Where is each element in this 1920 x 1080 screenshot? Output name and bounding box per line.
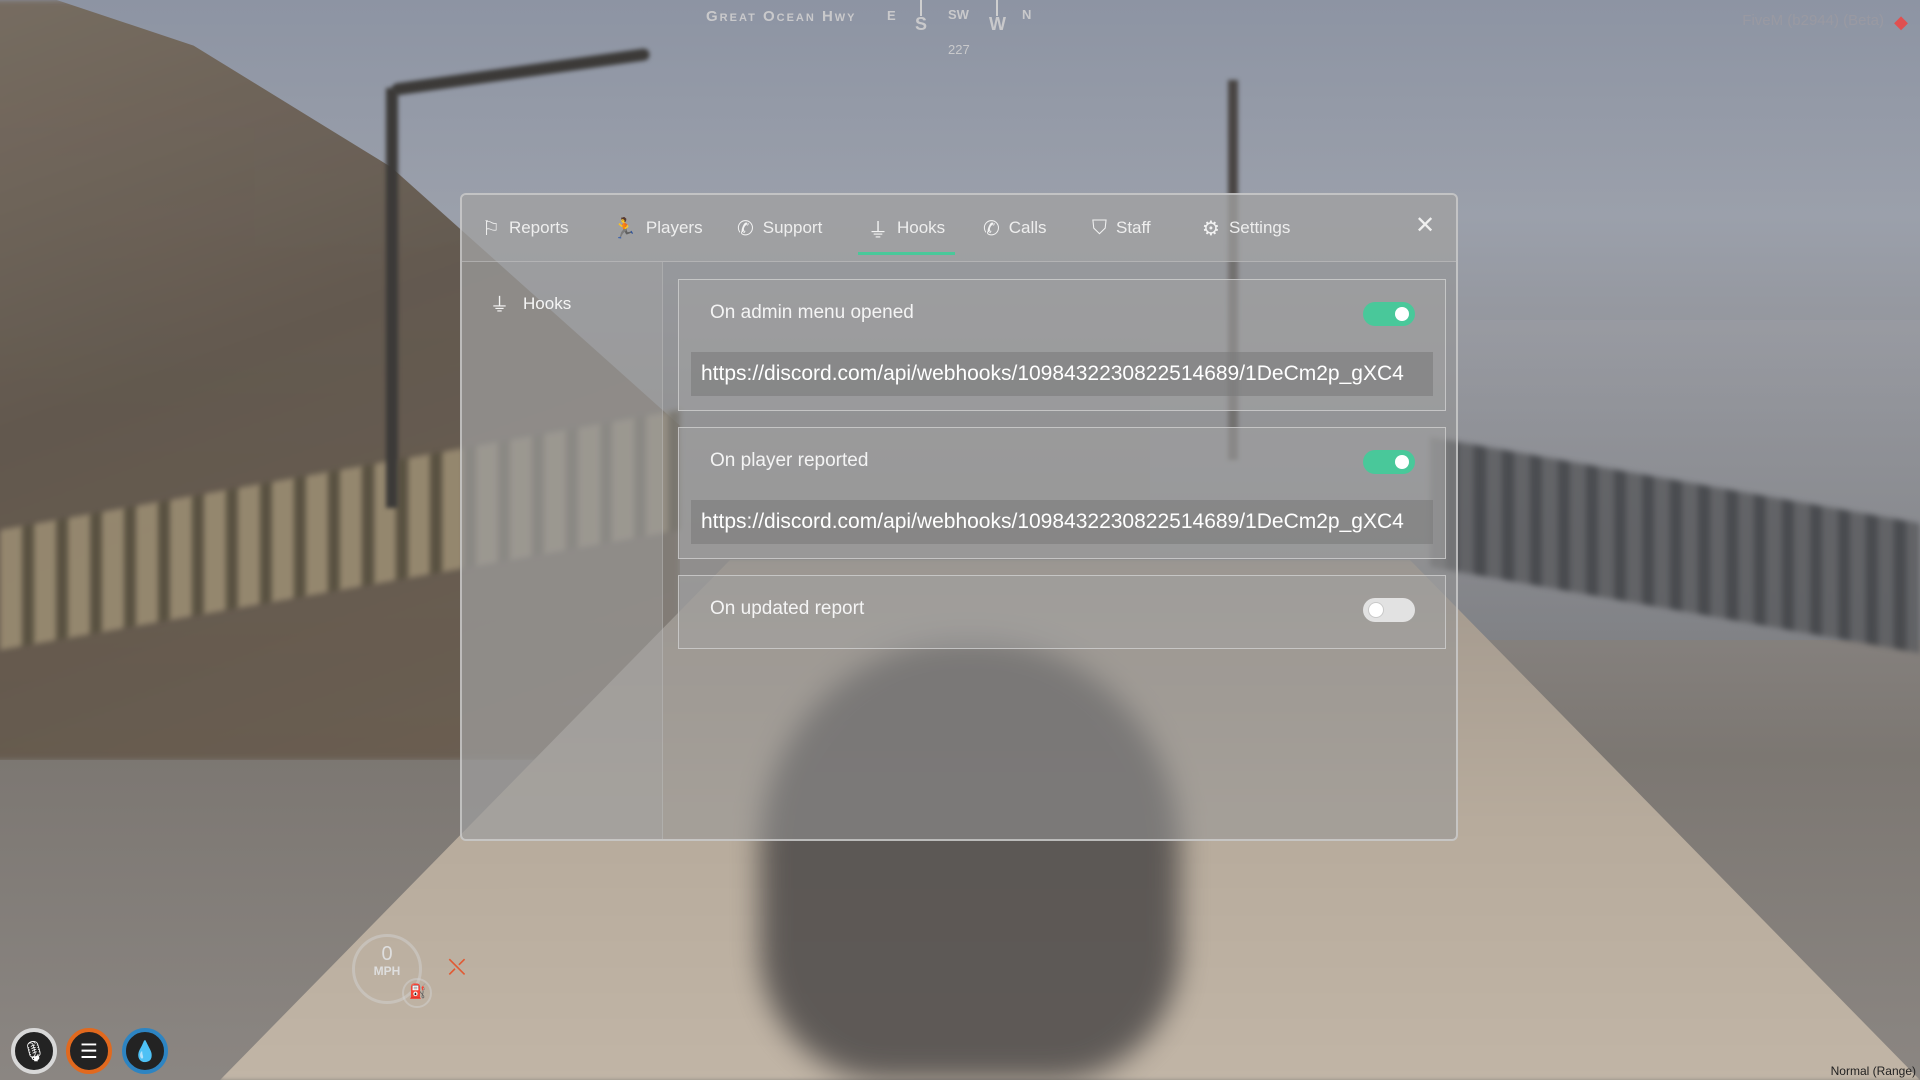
sidebar-item-hooks[interactable]: ⏚ Hooks [490, 290, 571, 317]
voice-mode: Normal (Range) [1830, 1064, 1916, 1078]
street-lamp-arm [391, 47, 651, 96]
running-person-icon: 🏃 [612, 217, 637, 240]
compass-heading: 227 [948, 42, 970, 57]
sidebar: ⏚ Hooks [462, 262, 663, 839]
compass-nw: N [1022, 7, 1032, 22]
tab-hooks-label: Hooks [897, 218, 946, 237]
hook-toggle[interactable] [1363, 598, 1415, 622]
tab-calls[interactable]: ✆ Calls [983, 195, 1047, 261]
compass-e: E [887, 8, 896, 23]
thirst-icon: 💧 [122, 1028, 168, 1074]
webhook-url-input[interactable] [691, 500, 1433, 544]
hook-toggle[interactable] [1363, 450, 1415, 474]
close-icon: ✕ [1414, 212, 1436, 239]
hook-title: On updated report [710, 598, 865, 619]
tab-players-label: Players [645, 218, 703, 237]
street-lamp [386, 88, 398, 508]
tab-settings-label: Settings [1228, 218, 1291, 237]
tab-settings[interactable]: ⚙ Settings [1202, 195, 1290, 261]
admin-menu-window: ⚐ Reports 🏃 Players ✆ Support ⏚ Hooks ✆ … [460, 193, 1458, 841]
shield-icon: ⛉ [1092, 216, 1107, 239]
hook-title: On admin menu opened [710, 302, 914, 323]
hook-card: On player reported [678, 427, 1446, 559]
sidebar-item-label: Hooks [523, 293, 572, 313]
tab-bar: ⚐ Reports 🏃 Players ✆ Support ⏚ Hooks ✆ … [462, 195, 1456, 262]
gears-icon: ⚙ [1202, 217, 1220, 240]
tab-hooks[interactable]: ⏚ Hooks [857, 195, 956, 261]
tab-support[interactable]: ✆ Support [737, 195, 822, 261]
fivem-logo-icon: ◆ [1894, 12, 1908, 32]
close-button[interactable]: ✕ [1414, 212, 1436, 239]
seatbelt-icon: ⛌ [448, 954, 466, 981]
tab-reports[interactable]: ⚐ Reports [482, 195, 568, 261]
webhook-url-input[interactable] [691, 352, 1433, 396]
compass-w: W [989, 14, 1006, 34]
tab-support-label: Support [762, 218, 823, 237]
plug-icon: ⏚ [490, 295, 510, 316]
tab-staff-label: Staff [1116, 218, 1151, 237]
hook-title: On player reported [710, 450, 869, 471]
speed-unit: MPH [373, 964, 401, 978]
tab-calls-label: Calls [1008, 218, 1047, 237]
phone-icon: ✆ [983, 217, 1000, 240]
tab-players[interactable]: 🏃 Players [612, 195, 703, 261]
street-name: Great Ocean Hwy [706, 8, 857, 25]
compass-s: S [915, 14, 928, 34]
tab-staff[interactable]: ⛉ Staff [1092, 195, 1151, 261]
hooks-list: On admin menu opened On player reported … [678, 279, 1446, 665]
speed-value: 0 [381, 943, 393, 965]
flag-icon: ⚐ [482, 217, 500, 240]
tab-reports-label: Reports [508, 218, 569, 237]
microphone-icon: 🎙 [11, 1028, 57, 1074]
hook-toggle[interactable] [1363, 302, 1415, 326]
compass: E S SW W N 227 [884, 0, 1054, 60]
phone-icon: ✆ [737, 217, 754, 240]
hunger-icon: ☰ [66, 1028, 112, 1074]
hook-card: On updated report [678, 575, 1446, 649]
fuel-pump-icon: ⛽ [409, 983, 427, 999]
plug-icon: ⏚ [868, 219, 888, 242]
hook-card: On admin menu opened [678, 279, 1446, 411]
build-info: FiveM (b2944) (Beta) [1742, 12, 1884, 29]
compass-sw: SW [948, 7, 969, 22]
